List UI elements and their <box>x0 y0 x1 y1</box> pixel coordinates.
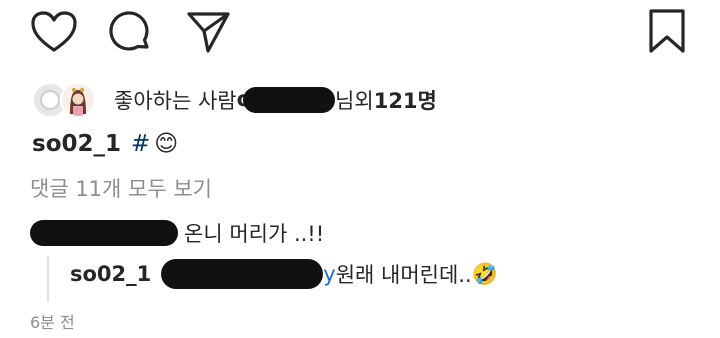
redacted-commenter-username[interactable] <box>30 220 178 246</box>
redaction <box>243 87 336 113</box>
likes-count[interactable]: 121명 <box>374 85 437 115</box>
mention-tail[interactable]: y <box>323 262 335 286</box>
avatar <box>60 82 96 118</box>
reply-username[interactable]: so02_1 <box>70 262 151 286</box>
caption-hashtag[interactable]: # <box>131 131 150 157</box>
like-button[interactable] <box>30 10 78 54</box>
bookmark-icon <box>646 8 688 54</box>
liked-by-prefix: 좋아하는 사람 <box>114 89 237 113</box>
post-caption: so02_1 # 😊 <box>32 131 178 157</box>
reply-row: so02_1 y 원래 내머린데.. 🤣 <box>70 259 498 289</box>
share-button[interactable] <box>186 10 232 54</box>
reply-thread-line <box>47 256 49 302</box>
liked-by-others: 외 <box>354 89 374 113</box>
liker-username[interactable]: o <box>237 87 336 113</box>
smile-emoji: 😊 <box>154 131 179 157</box>
caption-username[interactable]: so02_1 <box>32 131 121 157</box>
redacted-mention[interactable] <box>161 259 324 289</box>
comment-bubble-icon <box>107 10 155 54</box>
comment-row: 온니 머리가 ..!! <box>30 218 324 248</box>
comment-text: 온니 머리가 ..!! <box>184 222 325 246</box>
liker-avatars <box>32 80 98 120</box>
laughing-emoji: 🤣 <box>471 261 498 286</box>
view-all-comments-link[interactable]: 댓글 11개 모두 보기 <box>30 173 212 203</box>
reply-text: 원래 내머린데.. <box>335 263 472 287</box>
paper-plane-icon <box>186 10 232 54</box>
heart-icon <box>30 10 78 54</box>
liked-by-row[interactable]: 좋아하는 사람 o 님 외 121명 <box>32 80 437 120</box>
save-button[interactable] <box>646 8 688 54</box>
comment-button[interactable] <box>107 10 155 54</box>
post-timestamp: 6분 전 <box>30 313 75 332</box>
liked-by-nim: 님 <box>335 89 355 113</box>
